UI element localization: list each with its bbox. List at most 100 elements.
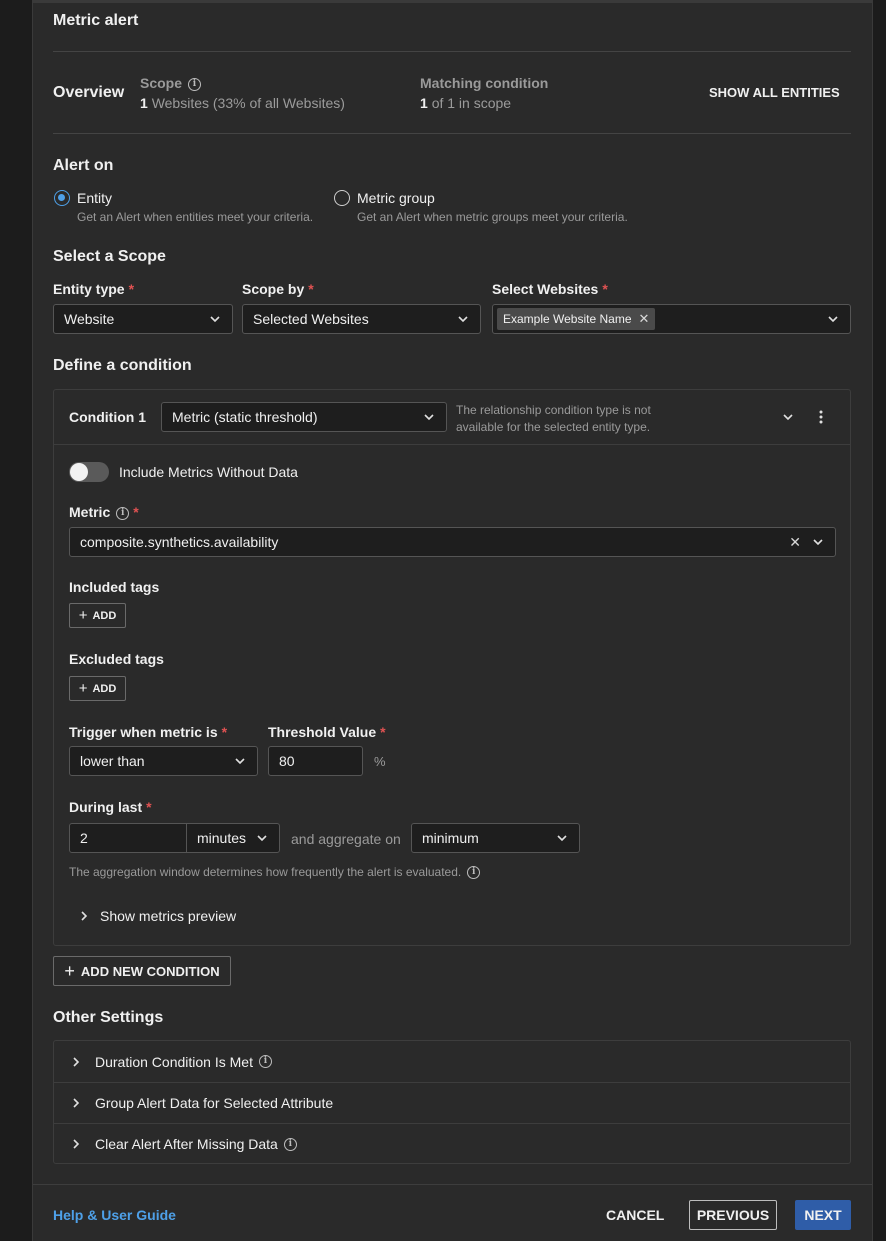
- accordion-label: Clear Alert After Missing Data: [95, 1136, 278, 1152]
- threshold-input[interactable]: 80: [268, 746, 363, 776]
- show-metrics-preview-label: Show metrics preview: [100, 908, 237, 924]
- required-mark: *: [308, 281, 314, 297]
- include-without-data-label: Include Metrics Without Data: [119, 464, 298, 480]
- trigger-select[interactable]: lower than: [69, 746, 258, 776]
- scope-by-label: Scope by *: [242, 281, 314, 297]
- condition-section-title: Define a condition: [53, 357, 192, 374]
- add-included-tag-button[interactable]: + ADD: [69, 603, 126, 628]
- close-icon[interactable]: ✕: [639, 311, 650, 327]
- scope-text: Websites (33% of all Websites): [151, 95, 345, 111]
- add-excluded-tag-button[interactable]: + ADD: [69, 676, 126, 701]
- trigger-value: lower than: [80, 753, 145, 769]
- condition-type-select[interactable]: Metric (static threshold): [161, 402, 447, 432]
- during-unit-select[interactable]: minutes: [186, 823, 280, 853]
- chevron-down-icon: [826, 312, 840, 326]
- other-settings-accordion: Duration Condition Is Met i Group Alert D…: [53, 1040, 851, 1164]
- required-mark: *: [128, 281, 135, 297]
- add-new-condition-button[interactable]: + ADD NEW CONDITION: [53, 956, 231, 986]
- next-button[interactable]: NEXT: [795, 1200, 851, 1230]
- accordion-label: Group Alert Data for Selected Attribute: [95, 1095, 334, 1111]
- threshold-label: Threshold Value *: [268, 724, 386, 740]
- info-icon[interactable]: i: [283, 1137, 297, 1151]
- add-label: ADD: [92, 682, 117, 695]
- metric-group-radio[interactable]: [334, 190, 350, 206]
- plus-icon: +: [64, 960, 75, 981]
- accordion-label: Duration Condition Is Met: [95, 1053, 253, 1070]
- chevron-down-icon: [456, 312, 470, 326]
- matching-text: of 1 in scope: [431, 95, 512, 111]
- collapse-chevron-icon[interactable]: [781, 410, 795, 424]
- include-without-data-toggle[interactable]: [69, 462, 109, 482]
- scope-by-value: Selected Websites: [253, 311, 369, 327]
- more-options-icon[interactable]: [814, 409, 828, 425]
- entity-type-label-text: Entity type: [53, 281, 125, 297]
- accordion-clear-alert[interactable]: Clear Alert After Missing Data i: [54, 1123, 850, 1164]
- entity-type-select[interactable]: Website: [53, 304, 233, 334]
- metric-group-radio-label: Metric group: [357, 190, 435, 206]
- entity-radio[interactable]: [54, 190, 70, 206]
- chevron-right-icon: [70, 1056, 82, 1068]
- aggregate-value: minimum: [422, 830, 479, 846]
- show-all-entities-button[interactable]: SHOW ALL ENTITIES: [709, 85, 840, 100]
- chevron-down-icon: [208, 312, 222, 326]
- info-icon[interactable]: i: [116, 506, 130, 520]
- website-chip: Example Website Name ✕: [497, 308, 656, 330]
- page-title: Metric alert: [53, 12, 139, 29]
- show-metrics-preview-toggle[interactable]: Show metrics preview: [78, 908, 236, 924]
- help-user-guide-link[interactable]: Help & User Guide: [53, 1207, 176, 1223]
- aggregate-select[interactable]: minimum: [411, 823, 580, 853]
- metric-select[interactable]: composite.synthetics.availability ✕: [69, 527, 836, 557]
- entity-type-value: Website: [64, 311, 115, 327]
- other-settings-title: Other Settings: [53, 1009, 164, 1026]
- scope-by-select[interactable]: Selected Websites: [242, 304, 481, 334]
- accordion-duration-condition[interactable]: Duration Condition Is Met i: [54, 1041, 850, 1082]
- accordion-group-alert-data[interactable]: Group Alert Data for Selected Attribute: [54, 1082, 850, 1123]
- matching-condition-value: 1 of 1 in scope: [420, 95, 511, 111]
- chevron-right-icon: [78, 910, 90, 922]
- info-icon[interactable]: i: [467, 866, 481, 880]
- threshold-label-text: Threshold Value: [268, 724, 377, 740]
- chevron-down-icon: [422, 410, 436, 424]
- required-mark: *: [380, 724, 386, 740]
- required-mark: *: [221, 724, 228, 740]
- divider: [53, 51, 851, 52]
- matching-condition-label: Matching condition: [420, 75, 549, 91]
- cancel-button[interactable]: CANCEL: [606, 1207, 664, 1223]
- chevron-down-icon: [233, 754, 247, 768]
- metric-label: Metric i *: [69, 504, 139, 520]
- scope-value: 1 Websites (33% of all Websites): [140, 95, 345, 111]
- info-icon[interactable]: i: [188, 77, 202, 91]
- during-last-label: During last *: [69, 799, 152, 815]
- chevron-down-icon: [255, 831, 269, 845]
- during-last-label-text: During last: [69, 799, 143, 815]
- plus-icon: +: [78, 607, 88, 624]
- chevron-down-icon: [811, 535, 825, 549]
- trigger-label: Trigger when metric is *: [69, 724, 227, 740]
- metric-group-radio-desc: Get an Alert when metric groups meet you…: [357, 210, 628, 224]
- matching-count: 1: [420, 95, 428, 111]
- plus-icon: +: [78, 680, 88, 697]
- condition-type-note-line: The relationship condition type is not: [456, 403, 651, 417]
- excluded-tags-label: Excluded tags: [69, 651, 164, 667]
- overview-label: Overview: [53, 84, 125, 101]
- alert-on-title: Alert on: [53, 157, 114, 174]
- included-tags-label: Included tags: [69, 579, 160, 595]
- info-icon[interactable]: i: [258, 1055, 272, 1068]
- condition-type-note: The relationship condition type is not a…: [456, 402, 651, 436]
- trigger-label-text: Trigger when metric is: [69, 724, 218, 740]
- previous-button[interactable]: PREVIOUS: [689, 1200, 777, 1230]
- metric-label-text: Metric: [69, 504, 111, 520]
- select-websites-label: Select Websites *: [492, 281, 608, 297]
- entity-radio-desc: Get an Alert when entities meet your cri…: [77, 210, 314, 224]
- chevron-down-icon: [555, 831, 569, 845]
- during-last-input[interactable]: 2: [69, 823, 187, 853]
- clear-icon[interactable]: ✕: [789, 534, 801, 551]
- required-mark: *: [133, 504, 139, 520]
- during-unit-value: minutes: [197, 830, 247, 846]
- scope-by-label-text: Scope by: [242, 281, 305, 297]
- entity-radio-label: Entity: [77, 190, 113, 206]
- divider: [53, 133, 851, 134]
- website-chip-label: Example Website Name: [503, 312, 632, 326]
- required-mark: *: [146, 799, 152, 815]
- aggregation-note-text: The aggregation window determines how fr…: [69, 865, 462, 879]
